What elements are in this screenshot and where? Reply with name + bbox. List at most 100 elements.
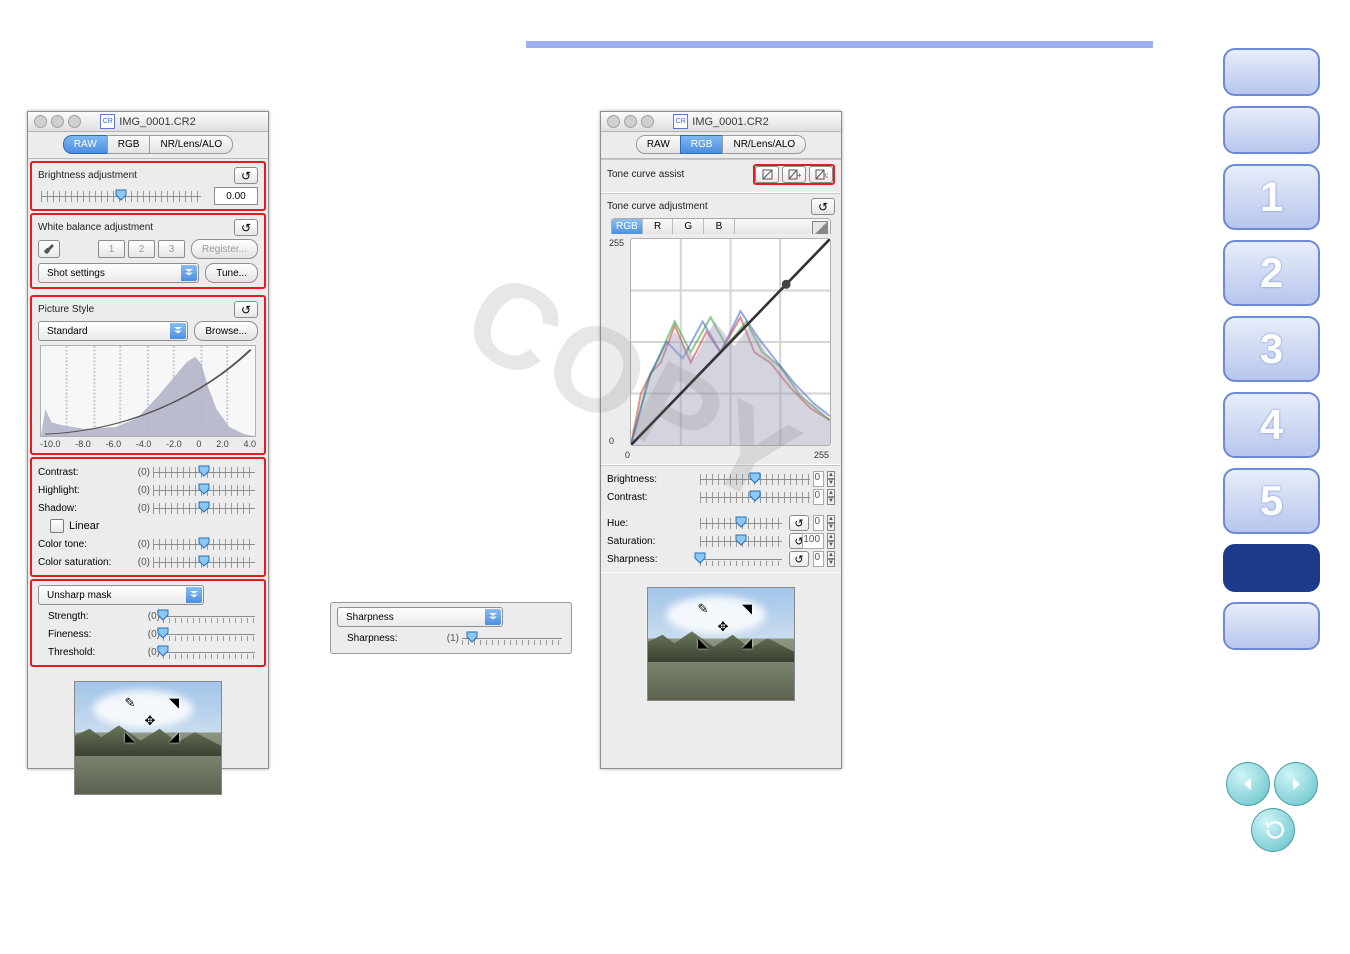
- brightness-slider[interactable]: [697, 472, 813, 486]
- sharpness-slider[interactable]: [697, 552, 785, 566]
- picture-style-label: Picture Style: [38, 304, 94, 315]
- prev-page-button[interactable]: [1226, 762, 1270, 806]
- close-dot[interactable]: [34, 115, 47, 128]
- preview-thumbnail[interactable]: ✎ ◥ ✥ ◣ ◢: [74, 681, 222, 795]
- strength-slider[interactable]: [160, 609, 258, 623]
- next-page-button[interactable]: [1274, 762, 1318, 806]
- file-type-icon: CR: [100, 114, 115, 129]
- browse-button[interactable]: Browse...: [194, 321, 258, 341]
- picture-style-section: Picture Style ↺ Standard Browse... -10.0…: [30, 295, 266, 455]
- window-title: CR IMG_0001.CR2: [28, 114, 268, 129]
- brightness-slider[interactable]: [38, 189, 204, 203]
- tab-nr-lens[interactable]: NR/Lens/ALO: [722, 135, 806, 154]
- assist-undo-button[interactable]: ↺: [809, 166, 833, 183]
- chapter-index[interactable]: [1223, 602, 1320, 650]
- eyedropper-button[interactable]: [38, 240, 60, 258]
- shadow-slider[interactable]: [150, 501, 258, 515]
- hue-slider[interactable]: [697, 516, 785, 530]
- tone-curve-editor[interactable]: [630, 238, 831, 446]
- chan-b[interactable]: B: [704, 219, 735, 234]
- back-button[interactable]: [1251, 808, 1295, 852]
- color-tone-slider[interactable]: [150, 537, 258, 551]
- wb-preset-1[interactable]: 1: [98, 240, 125, 258]
- zoom-dot[interactable]: [68, 115, 81, 128]
- curve-type-button[interactable]: [812, 221, 828, 234]
- wb-preset-3[interactable]: 3: [158, 240, 185, 258]
- rgb-params-section: Brightness:0▲▼ Contrast:0▲▼ Hue:↺0▲▼ Sat…: [601, 465, 841, 573]
- tab-rgb[interactable]: RGB: [680, 135, 724, 154]
- tone-assist-section: Tone curve assist + ↺: [601, 159, 841, 193]
- chan-g[interactable]: G: [673, 219, 704, 234]
- sharpness-label: Sharpness:: [607, 554, 697, 565]
- linear-label: Linear: [69, 520, 100, 532]
- threshold-slider[interactable]: [160, 645, 258, 659]
- revert-button[interactable]: ↺: [234, 167, 258, 184]
- revert-button[interactable]: ↺: [234, 219, 258, 236]
- chan-r[interactable]: R: [643, 219, 674, 234]
- sharpness-detached-section: Sharpness Sharpness:(1): [330, 602, 572, 654]
- chapter-contents[interactable]: [1223, 106, 1320, 154]
- tab-raw[interactable]: RAW: [636, 135, 681, 154]
- close-dot[interactable]: [607, 115, 620, 128]
- contrast-slider[interactable]: [697, 490, 813, 504]
- wb-preset-grid: 1 2 3: [98, 240, 185, 258]
- chapter-4[interactable]: 4: [1223, 392, 1320, 458]
- revert-button[interactable]: ↺: [789, 551, 809, 567]
- palette-tabs: RAW RGB NR/Lens/ALO: [601, 132, 841, 159]
- fineness-slider[interactable]: [160, 627, 258, 641]
- wb-preset-2[interactable]: 2: [128, 240, 155, 258]
- chapter-1[interactable]: 1: [1223, 164, 1320, 230]
- header-accent-bar: [526, 41, 1153, 48]
- wb-select[interactable]: Shot settings: [38, 263, 199, 283]
- chapter-intro[interactable]: [1223, 48, 1320, 96]
- tab-nr-lens[interactable]: NR/Lens/ALO: [149, 135, 233, 154]
- wb-label: White balance adjustment: [38, 222, 153, 233]
- file-type-icon: CR: [673, 114, 688, 129]
- hue-label: Hue:: [607, 518, 697, 529]
- tab-raw[interactable]: RAW: [63, 135, 108, 154]
- revert-button[interactable]: ↺: [234, 301, 258, 318]
- chapter-5[interactable]: 5: [1223, 468, 1320, 534]
- sharpness-mode-select[interactable]: Unsharp mask: [38, 585, 204, 605]
- chapter-2[interactable]: 2: [1223, 240, 1320, 306]
- tone-adjust-label: Tone curve adjustment: [607, 201, 708, 212]
- histogram-axis: -10.0 -8.0 -6.0 -4.0 -2.0 0 2.0 4.0: [38, 439, 258, 449]
- contrast-label: Contrast:: [607, 492, 697, 503]
- tone-params-section: Contrast:(0) Highlight:(0) Shadow:(0) Li…: [30, 457, 266, 577]
- zoom-dot[interactable]: [641, 115, 654, 128]
- tool-palette-raw: CR IMG_0001.CR2 RAW RGB NR/Lens/ALO Brig…: [27, 111, 269, 769]
- brightness-value[interactable]: 0.00: [214, 187, 258, 205]
- assist-plus-button[interactable]: +: [782, 166, 806, 183]
- contrast-slider[interactable]: [150, 465, 258, 479]
- min-dot[interactable]: [51, 115, 64, 128]
- highlight-label: Highlight:: [38, 485, 128, 496]
- tab-rgb[interactable]: RGB: [107, 135, 151, 154]
- saturation-slider[interactable]: [697, 534, 785, 548]
- stepper[interactable]: ▲▼: [827, 515, 835, 531]
- color-tone-label: Color tone:: [38, 539, 128, 550]
- sharpness-slider[interactable]: [459, 631, 565, 645]
- unsharp-section: Unsharp mask Strength:(0) Fineness:(0) T…: [30, 579, 266, 667]
- highlight-slider[interactable]: [150, 483, 258, 497]
- stepper[interactable]: ▲▼: [827, 533, 835, 549]
- register-button[interactable]: Register...: [191, 239, 258, 259]
- chan-rgb[interactable]: RGB: [612, 219, 643, 234]
- stepper[interactable]: ▲▼: [827, 489, 835, 505]
- stepper[interactable]: ▲▼: [827, 551, 835, 567]
- min-dot[interactable]: [624, 115, 637, 128]
- chapter-reference[interactable]: [1223, 544, 1320, 592]
- y-min: 0: [609, 436, 624, 446]
- brightness-label: Brightness adjustment: [38, 170, 137, 181]
- sharpness-mode-select[interactable]: Sharpness: [337, 607, 503, 627]
- revert-button[interactable]: ↺: [811, 198, 835, 215]
- picture-style-select[interactable]: Standard: [38, 321, 188, 341]
- assist-auto-button[interactable]: [755, 166, 779, 183]
- linear-checkbox[interactable]: [50, 519, 64, 533]
- tune-button[interactable]: Tune...: [205, 263, 258, 283]
- stepper[interactable]: ▲▼: [827, 471, 835, 487]
- chan-spacer: [735, 219, 830, 234]
- preview-thumbnail[interactable]: ✎ ◥ ✥ ◣ ◢: [647, 587, 795, 701]
- revert-button[interactable]: ↺: [789, 515, 809, 531]
- color-saturation-slider[interactable]: [150, 555, 258, 569]
- chapter-3[interactable]: 3: [1223, 316, 1320, 382]
